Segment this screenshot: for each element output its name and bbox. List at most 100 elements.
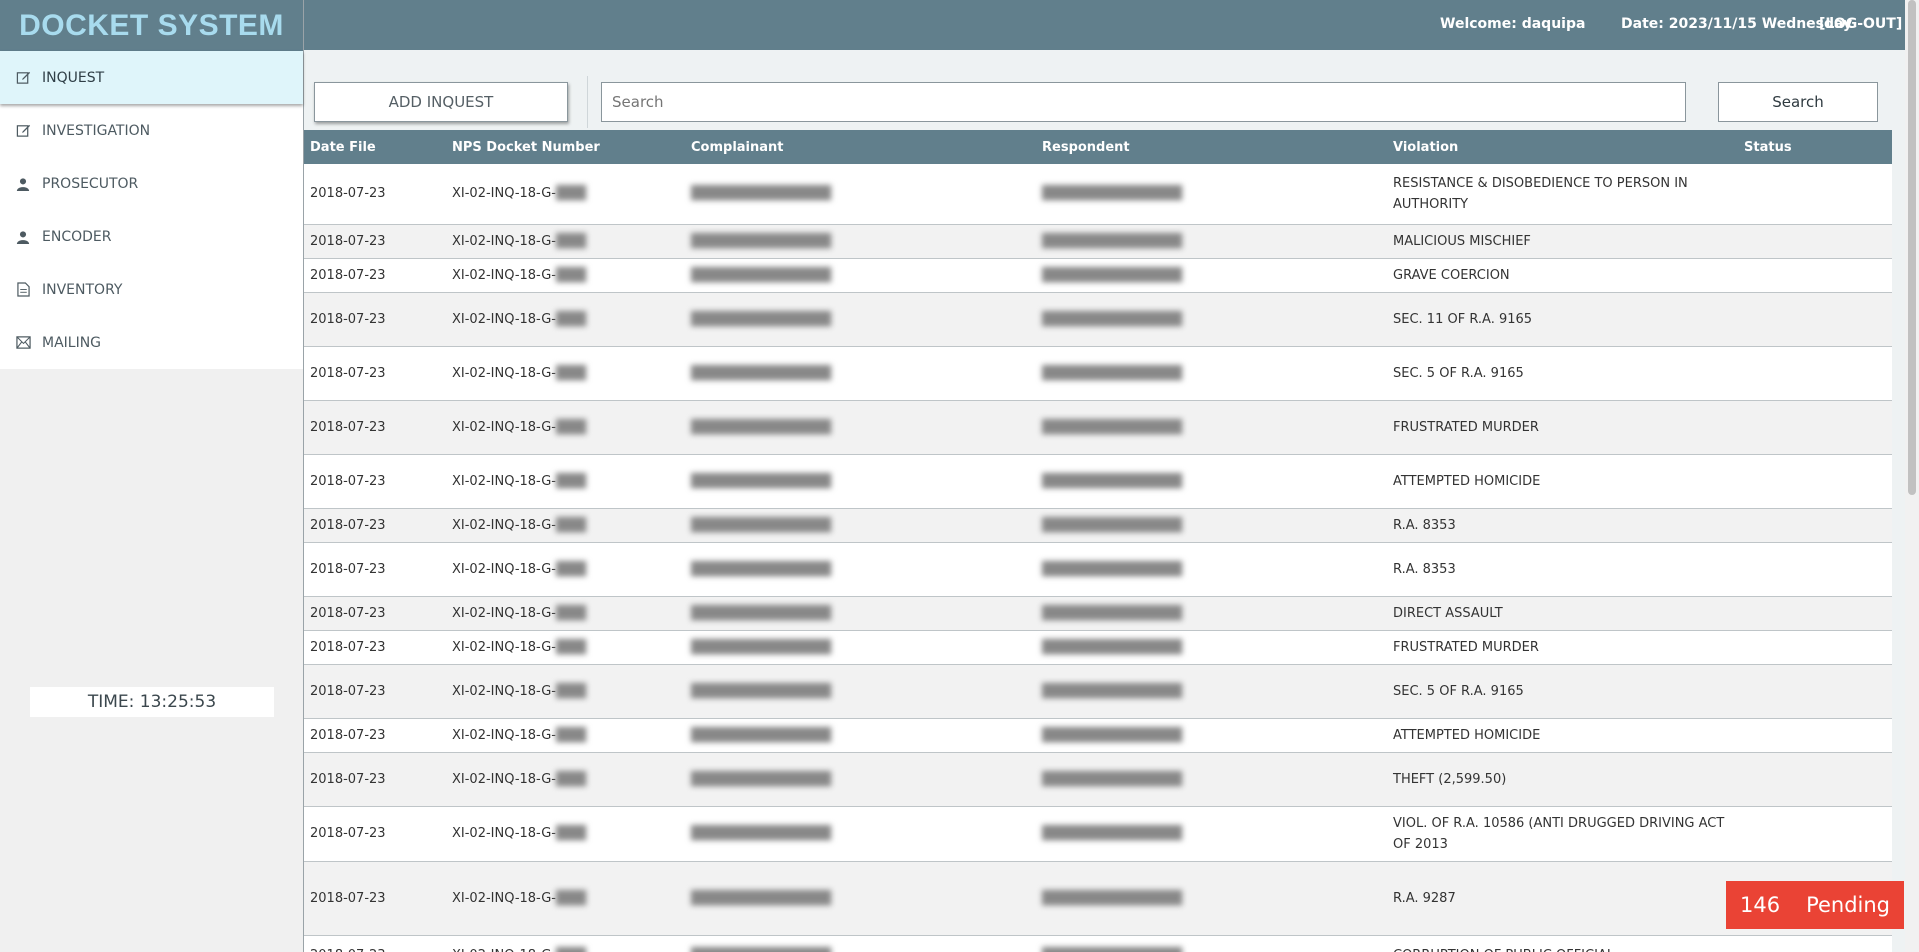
cell-violation: THEFT (2,599.50)	[1387, 752, 1738, 807]
cell-status	[1738, 508, 1892, 543]
docket-prefix: XI-02-INQ-18-G-	[452, 826, 556, 841]
mail-icon	[14, 334, 32, 352]
cell-complainant: ██████████████	[685, 806, 1036, 862]
redacted-text: ███	[555, 267, 586, 283]
cell-respondent: ██████████████	[1036, 935, 1387, 952]
sidebar-item-inquest[interactable]: INQUEST	[0, 51, 303, 104]
redacted-text: ██████████████	[691, 727, 831, 743]
cell-date: 2018-07-23	[304, 542, 446, 597]
table-row[interactable]: 2018-07-23XI-02-INQ-18-G-███████████████…	[304, 292, 1892, 347]
document-icon	[14, 281, 32, 299]
redacted-text: ██████████████	[1042, 639, 1182, 655]
pending-badge[interactable]: 146 Pending	[1726, 881, 1904, 929]
redacted-text: ███	[555, 517, 586, 533]
cell-status	[1738, 258, 1892, 293]
cell-date: 2018-07-23	[304, 630, 446, 665]
redacted-text: ██████████████	[1042, 186, 1182, 202]
table-row[interactable]: 2018-07-23XI-02-INQ-18-G-███████████████…	[304, 596, 1892, 631]
redacted-text: ██████████████	[1042, 771, 1182, 787]
table-row[interactable]: 2018-07-23XI-02-INQ-18-G-███████████████…	[304, 164, 1892, 225]
cell-docket: XI-02-INQ-18-G-███	[446, 454, 685, 509]
search-input[interactable]	[601, 82, 1686, 122]
sidebar-item-investigation[interactable]: INVESTIGATION	[0, 104, 303, 157]
redacted-text: ███	[555, 639, 586, 655]
cell-docket: XI-02-INQ-18-G-███	[446, 752, 685, 807]
table-row[interactable]: 2018-07-23XI-02-INQ-18-G-███████████████…	[304, 542, 1892, 597]
table-row[interactable]: 2018-07-23XI-02-INQ-18-G-███████████████…	[304, 861, 1892, 936]
logout-link[interactable]: [LOG-OUT]	[1819, 16, 1902, 32]
cell-status	[1738, 718, 1892, 753]
cell-violation: R.A. 9287	[1387, 861, 1738, 936]
cell-docket: XI-02-INQ-18-G-███	[446, 935, 685, 952]
user-icon	[14, 228, 32, 246]
sidebar: DOCKET SYSTEM INQUEST INVESTIGATION PROS…	[0, 0, 304, 952]
redacted-text: ██████████████	[691, 948, 831, 952]
cell-violation: R.A. 8353	[1387, 542, 1738, 597]
redacted-text: ██████████████	[691, 473, 831, 489]
cell-docket: XI-02-INQ-18-G-███	[446, 292, 685, 347]
pending-count: 146	[1739, 893, 1781, 917]
cell-docket: XI-02-INQ-18-G-███	[446, 164, 685, 225]
cell-violation: SEC. 5 OF R.A. 9165	[1387, 346, 1738, 401]
edit-icon	[14, 69, 32, 87]
cell-respondent: ██████████████	[1036, 664, 1387, 719]
table-row[interactable]: 2018-07-23XI-02-INQ-18-G-███████████████…	[304, 224, 1892, 259]
redacted-text: ██████████████	[1042, 727, 1182, 743]
column-header-violation[interactable]: Violation	[1387, 130, 1738, 164]
cell-status	[1738, 806, 1892, 862]
sidebar-item-prosecutor[interactable]: PROSECUTOR	[0, 157, 303, 210]
redacted-text: ██████████████	[691, 890, 831, 906]
cell-respondent: ██████████████	[1036, 224, 1387, 259]
table-row[interactable]: 2018-07-23XI-02-INQ-18-G-███████████████…	[304, 718, 1892, 753]
docket-prefix: XI-02-INQ-18-G-	[452, 771, 556, 787]
docket-table: Date File NPS Docket Number Complainant …	[304, 130, 1892, 952]
cell-date: 2018-07-23	[304, 752, 446, 807]
sidebar-item-inventory[interactable]: INVENTORY	[0, 263, 303, 316]
cell-date: 2018-07-23	[304, 935, 446, 952]
redacted-text: ██████████████	[1042, 890, 1182, 906]
cell-respondent: ██████████████	[1036, 508, 1387, 543]
table-row[interactable]: 2018-07-23XI-02-INQ-18-G-███████████████…	[304, 664, 1892, 719]
column-header-docket[interactable]: NPS Docket Number	[446, 130, 685, 164]
table-row[interactable]: 2018-07-23XI-02-INQ-18-G-███ ████████████…	[304, 752, 1892, 807]
redacted-text: ██████████████	[691, 517, 831, 533]
search-button[interactable]: Search	[1718, 82, 1878, 122]
cell-respondent: ██████████████	[1036, 346, 1387, 401]
cell-complainant: ██████████████	[685, 542, 1036, 597]
redacted-text: ██████████████	[691, 365, 831, 381]
cell-status	[1738, 454, 1892, 509]
sidebar-item-encoder[interactable]: ENCODER	[0, 210, 303, 263]
redacted-text: ███	[555, 727, 586, 743]
table-row[interactable]: 2018-07-23XI-02-INQ-18-G-███████████████…	[304, 806, 1892, 862]
table-row[interactable]: 2018-07-23XI-02-INQ-18-G-███████████████…	[304, 630, 1892, 665]
sidebar-item-mailing[interactable]: MAILING	[0, 316, 303, 369]
cell-violation: ATTEMPTED HOMICIDE	[1387, 454, 1738, 509]
docket-prefix: XI-02-INQ-18-G-	[452, 948, 556, 952]
scrollbar-thumb[interactable]	[1908, 0, 1916, 495]
cell-docket: XI-02-INQ-18-G-███	[446, 508, 685, 543]
redacted-text: ██████████████	[691, 639, 831, 655]
cell-respondent: ██████████████	[1036, 752, 1387, 807]
redacted-text: ███	[555, 419, 586, 435]
redacted-text: ██████████████	[1042, 365, 1182, 381]
table-row[interactable]: 2018-07-23XI-02-INQ-18-G-███████████████…	[304, 258, 1892, 293]
cell-docket: XI-02-INQ-18-G-███	[446, 630, 685, 665]
cell-respondent: ██████████████	[1036, 718, 1387, 753]
redacted-text: ██████████████	[691, 186, 831, 202]
column-header-respondent[interactable]: Respondent	[1036, 130, 1387, 164]
cell-respondent: ██████████████	[1036, 630, 1387, 665]
column-header-complainant[interactable]: Complainant	[685, 130, 1036, 164]
cell-violation: SEC. 5 OF R.A. 9165	[1387, 664, 1738, 719]
table-row[interactable]: 2018-07-23XI-02-INQ-18-G-███████████████…	[304, 508, 1892, 543]
add-inquest-button[interactable]: ADD INQUEST	[314, 82, 568, 122]
cell-complainant: ██████████████	[685, 258, 1036, 293]
table-row[interactable]: 2018-07-23XI-02-INQ-18-G-███████████████…	[304, 400, 1892, 455]
column-header-date[interactable]: Date File	[304, 130, 446, 164]
docket-prefix: XI-02-INQ-18-G-	[452, 517, 556, 533]
table-row[interactable]: 2018-07-23XI-02-INQ-18-G-███████████████…	[304, 454, 1892, 509]
cell-complainant: ██████████████	[685, 596, 1036, 631]
table-row[interactable]: 2018-07-23XI-02-INQ-18-G-███████████████…	[304, 346, 1892, 401]
cell-complainant: ██████████████	[685, 400, 1036, 455]
table-row[interactable]: 2018-07-23XI-02-INQ-18-G-███████████████…	[304, 935, 1892, 952]
column-header-status[interactable]: Status	[1738, 130, 1892, 164]
